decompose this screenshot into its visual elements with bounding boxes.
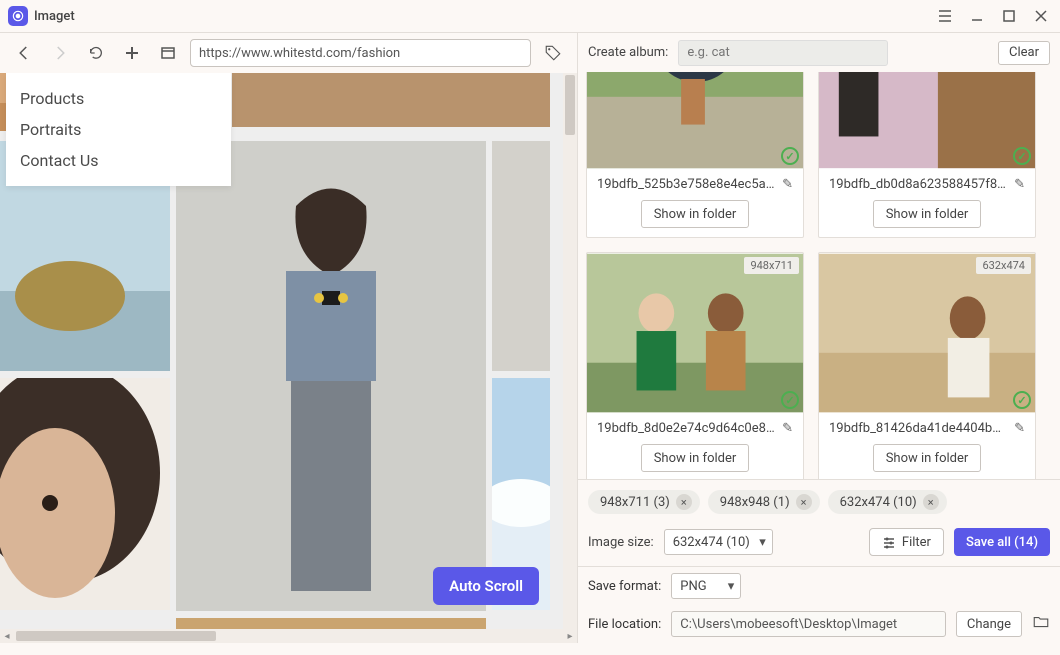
check-icon: ✓ xyxy=(781,391,799,409)
chip-remove-icon[interactable]: × xyxy=(923,494,939,510)
image-size-select[interactable]: 632x474 (10) xyxy=(664,529,773,555)
forward-icon xyxy=(46,39,74,67)
filename: 19bdfb_8d0e2e74c9d64c0e8fe081a xyxy=(597,421,776,436)
filename: 19bdfb_525b3e758e8e4ec5ae7560: xyxy=(597,177,776,192)
album-input[interactable] xyxy=(678,40,888,66)
edit-icon[interactable]: ✎ xyxy=(782,177,793,192)
save-all-button[interactable]: Save all (14) xyxy=(954,528,1050,556)
window-icon[interactable] xyxy=(154,39,182,67)
size-chip[interactable]: 948x948 (1)× xyxy=(708,490,820,514)
nav-item-portraits[interactable]: Portraits xyxy=(6,114,231,145)
url-input[interactable] xyxy=(190,39,531,67)
add-tab-icon[interactable] xyxy=(118,39,146,67)
horizontal-scrollbar[interactable]: ◂▸ xyxy=(0,629,577,643)
file-location-input[interactable] xyxy=(671,611,946,637)
chip-remove-icon[interactable]: × xyxy=(676,494,692,510)
edit-icon[interactable]: ✎ xyxy=(1014,177,1025,192)
minimize-icon[interactable] xyxy=(966,5,988,27)
filename: 19bdfb_db0d8a623588457f82cef1a xyxy=(829,177,1008,192)
show-in-folder-button[interactable]: Show in folder xyxy=(873,200,982,228)
site-nav-menu: Products Portraits Contact Us xyxy=(6,73,231,186)
save-format-select[interactable]: PNG xyxy=(671,573,741,599)
back-icon[interactable] xyxy=(10,39,38,67)
folder-icon[interactable] xyxy=(1032,613,1050,635)
app-logo xyxy=(8,6,28,26)
nav-item-contact[interactable]: Contact Us xyxy=(6,145,231,176)
chip-remove-icon[interactable]: × xyxy=(796,494,812,510)
clear-button[interactable]: Clear xyxy=(998,41,1050,65)
change-button[interactable]: Change xyxy=(956,611,1022,637)
browser-viewport[interactable]: Products Portraits Contact Us Auto Scrol… xyxy=(0,73,577,629)
nav-item-products[interactable]: Products xyxy=(6,83,231,114)
size-chip[interactable]: 632x474 (10)× xyxy=(828,490,947,514)
menu-icon[interactable] xyxy=(934,5,956,27)
tag-icon[interactable] xyxy=(539,39,567,67)
reload-icon[interactable] xyxy=(82,39,110,67)
check-icon: ✓ xyxy=(781,147,799,165)
sliders-icon xyxy=(882,535,896,549)
maximize-icon[interactable] xyxy=(998,5,1020,27)
check-icon: ✓ xyxy=(1013,147,1031,165)
app-title: Imaget xyxy=(34,9,75,24)
file-location-label: File location: xyxy=(588,617,661,632)
filter-button[interactable]: Filter xyxy=(869,528,944,556)
save-format-label: Save format: xyxy=(588,579,661,594)
show-in-folder-button[interactable]: Show in folder xyxy=(873,444,982,472)
edit-icon[interactable]: ✎ xyxy=(782,421,793,436)
auto-scroll-button[interactable]: Auto Scroll xyxy=(433,567,539,605)
size-chip[interactable]: 948x711 (3)× xyxy=(588,490,700,514)
close-icon[interactable] xyxy=(1030,5,1052,27)
filename: 19bdfb_81426da41de4404bbbfe17 xyxy=(829,421,1008,436)
image-cards: ✓ 19bdfb_525b3e758e8e4ec5ae7560: ✎ Show i… xyxy=(578,72,1060,479)
image-size-label: Image size: xyxy=(588,535,654,550)
create-album-label: Create album: xyxy=(588,45,668,60)
size-chips: 948x711 (3)× 948x948 (1)× 632x474 (10)× xyxy=(578,480,1060,524)
vertical-scrollbar[interactable] xyxy=(563,73,577,629)
size-badge: 948x711 xyxy=(744,257,799,274)
show-in-folder-button[interactable]: Show in folder xyxy=(641,200,750,228)
check-icon: ✓ xyxy=(1013,391,1031,409)
edit-icon[interactable]: ✎ xyxy=(1014,421,1025,436)
size-badge: 632x474 xyxy=(976,257,1031,274)
show-in-folder-button[interactable]: Show in folder xyxy=(641,444,750,472)
